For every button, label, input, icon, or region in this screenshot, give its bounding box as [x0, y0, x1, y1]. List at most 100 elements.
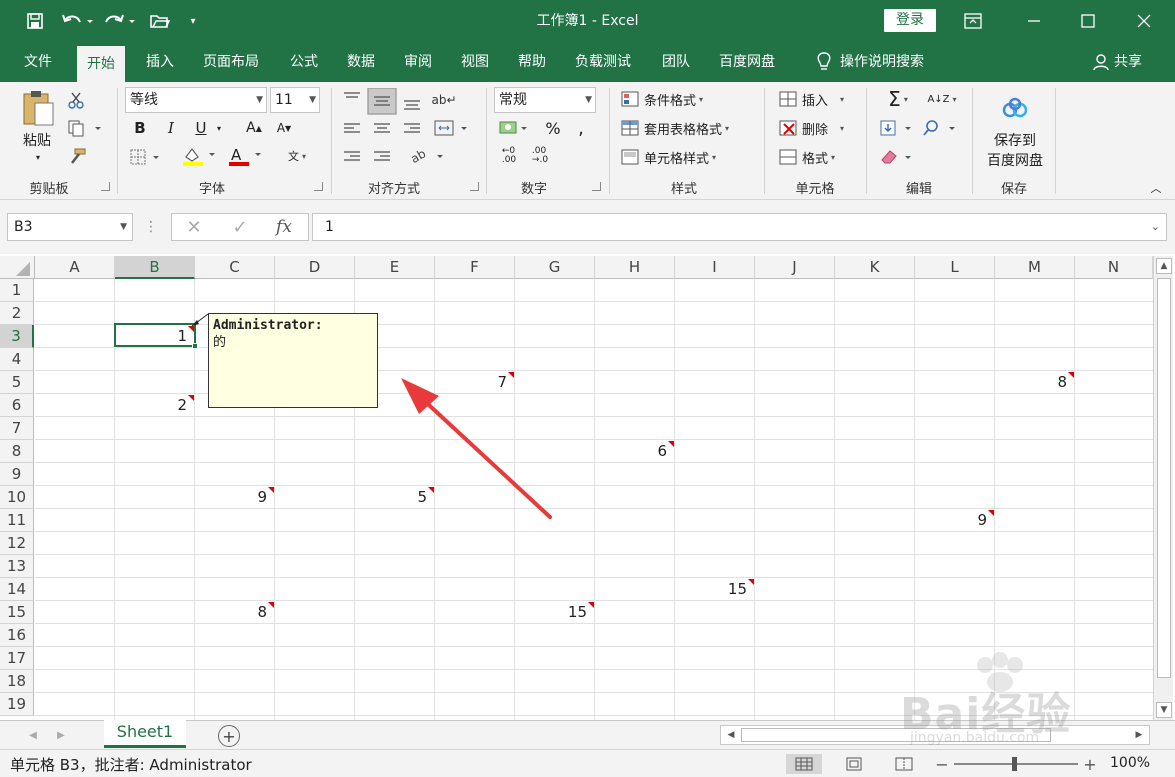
clipboard-launcher-icon[interactable] [101, 182, 110, 191]
conditional-format-button[interactable]: 条件格式 ▾ [620, 88, 703, 110]
fill-handle[interactable] [192, 343, 198, 349]
borders-icon[interactable] [128, 146, 164, 168]
tab-team[interactable]: 团队 [652, 42, 700, 82]
tab-formulas[interactable]: 公式 [280, 42, 328, 82]
cell-g15[interactable]: 15 [515, 603, 589, 624]
cut-icon[interactable] [66, 90, 86, 110]
cell-c15[interactable]: 8 [195, 603, 269, 624]
vertical-scroll-thumb[interactable] [1157, 278, 1171, 678]
save-to-baidu-line1[interactable]: 保存到 [980, 130, 1050, 150]
paste-icon[interactable] [16, 88, 60, 128]
fill-icon[interactable] [878, 117, 918, 139]
formula-input[interactable]: 1 ⌄ [312, 213, 1167, 241]
font-launcher-icon[interactable] [314, 182, 323, 191]
cancel-icon[interactable]: ✕ [182, 216, 206, 238]
tab-load-test[interactable]: 负载测试 [565, 42, 641, 82]
orientation-icon[interactable]: ab [408, 146, 448, 166]
comment-box[interactable]: Administrator: 的 [208, 313, 378, 408]
cell-i14[interactable]: 15 [675, 580, 749, 601]
next-sheet-icon[interactable]: ▶ [54, 727, 68, 743]
undo-icon[interactable] [58, 8, 96, 34]
format-as-table-button[interactable]: 套用表格格式 ▾ [620, 117, 729, 139]
insert-cells-button[interactable]: 插入 ▾ [778, 88, 844, 110]
drag-handle-icon[interactable]: ⋮ [144, 216, 158, 238]
cell-b6[interactable]: 2 [115, 396, 189, 417]
enter-icon[interactable]: ✓ [228, 216, 252, 238]
share-button[interactable]: 共享 [1092, 42, 1142, 82]
cell-h8[interactable]: 6 [595, 442, 669, 463]
close-icon[interactable] [1121, 0, 1167, 42]
vertical-scrollbar[interactable]: ▲ ▼ [1153, 256, 1173, 720]
tab-review[interactable]: 审阅 [394, 42, 442, 82]
bold-button[interactable]: B [130, 118, 150, 138]
underline-dropdown-icon[interactable]: ▾ [213, 118, 225, 138]
font-size-select[interactable]: 11 ▼ [270, 87, 320, 113]
zoom-level[interactable]: 100% [1110, 755, 1150, 771]
add-sheet-icon[interactable]: + [218, 725, 240, 747]
zoom-slider[interactable] [954, 757, 1078, 771]
tab-baidu-pan[interactable]: 百度网盘 [709, 42, 785, 82]
delete-cells-button[interactable]: 删除 ▾ [778, 117, 844, 139]
format-cells-button[interactable]: 格式 ▾ [778, 146, 835, 168]
increase-font-icon[interactable]: A ▲ [243, 118, 265, 138]
maximize-icon[interactable] [1065, 0, 1111, 42]
paste-dropdown-icon[interactable]: ▾ [33, 152, 43, 162]
tab-home[interactable]: 开始 [77, 46, 125, 82]
ribbon-display-icon[interactable] [950, 0, 996, 42]
format-painter-icon[interactable] [66, 146, 88, 166]
underline-button[interactable]: U [191, 118, 211, 138]
find-select-icon[interactable] [922, 117, 962, 139]
font-name-select[interactable]: 等线 ▼ [125, 87, 267, 113]
cell-styles-button[interactable]: 单元格样式 ▾ [620, 146, 716, 168]
sheet-tab-sheet1[interactable]: Sheet1 [104, 720, 186, 748]
normal-view-icon[interactable] [786, 754, 822, 774]
cell-l11[interactable]: 9 [915, 511, 989, 532]
worksheet-grid[interactable]: ABCDEFGHIJKLMN 1 2 3 4 5 6 7 8 9 10 11 12 13 14 15 16 17… [0, 254, 1175, 720]
name-box[interactable]: B3 ▼ [7, 213, 133, 241]
page-break-view-icon[interactable] [886, 754, 922, 774]
minimize-icon[interactable] [1011, 0, 1057, 42]
wrap-text-icon[interactable]: ab↵ [431, 88, 456, 112]
tab-insert[interactable]: 插入 [136, 42, 184, 82]
tab-help[interactable]: 帮助 [508, 42, 556, 82]
copy-icon[interactable] [66, 118, 104, 138]
tab-page-layout[interactable]: 页面布局 [193, 42, 269, 82]
autosum-icon[interactable]: Σ ▾ [878, 87, 918, 111]
insert-function-icon[interactable]: fx [272, 216, 296, 238]
cell-m5[interactable]: 8 [995, 373, 1069, 394]
redo-icon[interactable] [102, 8, 140, 34]
scroll-right-icon[interactable]: ▶ [1131, 727, 1147, 743]
customize-icon[interactable]: ▾ [186, 8, 200, 34]
horizontal-scroll-thumb[interactable] [741, 728, 1051, 742]
zoom-out-icon[interactable]: − [934, 754, 950, 774]
percent-icon[interactable]: % [543, 118, 563, 138]
sort-filter-icon[interactable]: A↓Z ▾ [922, 88, 962, 110]
tab-file[interactable]: 文件 [14, 42, 62, 82]
baidu-cloud-icon[interactable] [1000, 96, 1030, 120]
scroll-up-icon[interactable]: ▲ [1156, 258, 1172, 274]
save-to-baidu-line2[interactable]: 百度网盘 [980, 150, 1050, 170]
zoom-in-icon[interactable]: + [1082, 754, 1098, 774]
increase-decimal-icon[interactable]: ←0.00 [497, 146, 521, 166]
comma-icon[interactable]: , [573, 118, 589, 139]
italic-button[interactable]: I [161, 118, 181, 138]
tab-view[interactable]: 视图 [451, 42, 499, 82]
login-button[interactable]: 登录 [884, 9, 936, 32]
font-color-icon[interactable]: A [226, 144, 266, 168]
paste-button[interactable]: 粘贴 [14, 130, 60, 150]
tell-me-search[interactable]: 操作说明搜索 [806, 42, 934, 82]
number-format-select[interactable]: 常规 ▼ [494, 87, 596, 113]
phonetic-icon[interactable]: 文 ▾ [279, 144, 315, 168]
scroll-down-icon[interactable]: ▼ [1156, 702, 1172, 718]
clear-icon[interactable] [878, 146, 918, 168]
alignment-launcher-icon[interactable] [470, 182, 479, 191]
cell-c10[interactable]: 9 [195, 488, 269, 509]
collapse-ribbon-icon[interactable]: ︿ [1148, 180, 1164, 196]
save-icon[interactable] [24, 8, 46, 34]
horizontal-scrollbar[interactable]: ◀ ▶ [720, 725, 1150, 745]
currency-icon[interactable] [497, 118, 531, 138]
fill-color-icon[interactable] [180, 144, 220, 168]
open-folder-icon[interactable] [148, 8, 172, 34]
zoom-slider-thumb[interactable] [1012, 757, 1017, 771]
merge-center-icon[interactable] [432, 118, 472, 138]
